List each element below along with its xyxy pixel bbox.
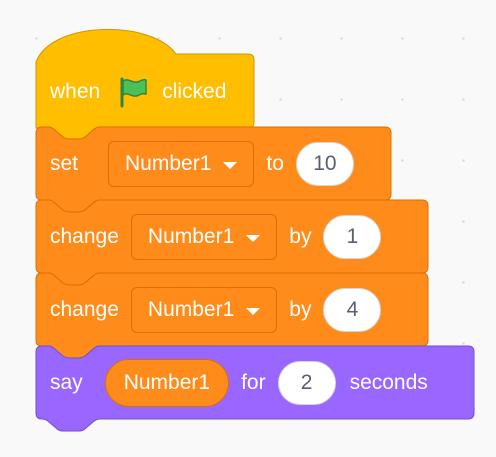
say-label: say — [50, 371, 83, 394]
say-seconds-label: seconds — [349, 371, 428, 394]
say-seconds-input[interactable]: 2 — [277, 361, 336, 405]
variable-reporter[interactable]: Number1 — [104, 359, 230, 407]
say-for-label: for — [241, 371, 266, 394]
scripts-canvas[interactable]: when clicked set Number1 to 10 change Nu… — [0, 0, 496, 457]
say-for-seconds-block[interactable]: say Number1 for 2 seconds — [0, 0, 496, 457]
